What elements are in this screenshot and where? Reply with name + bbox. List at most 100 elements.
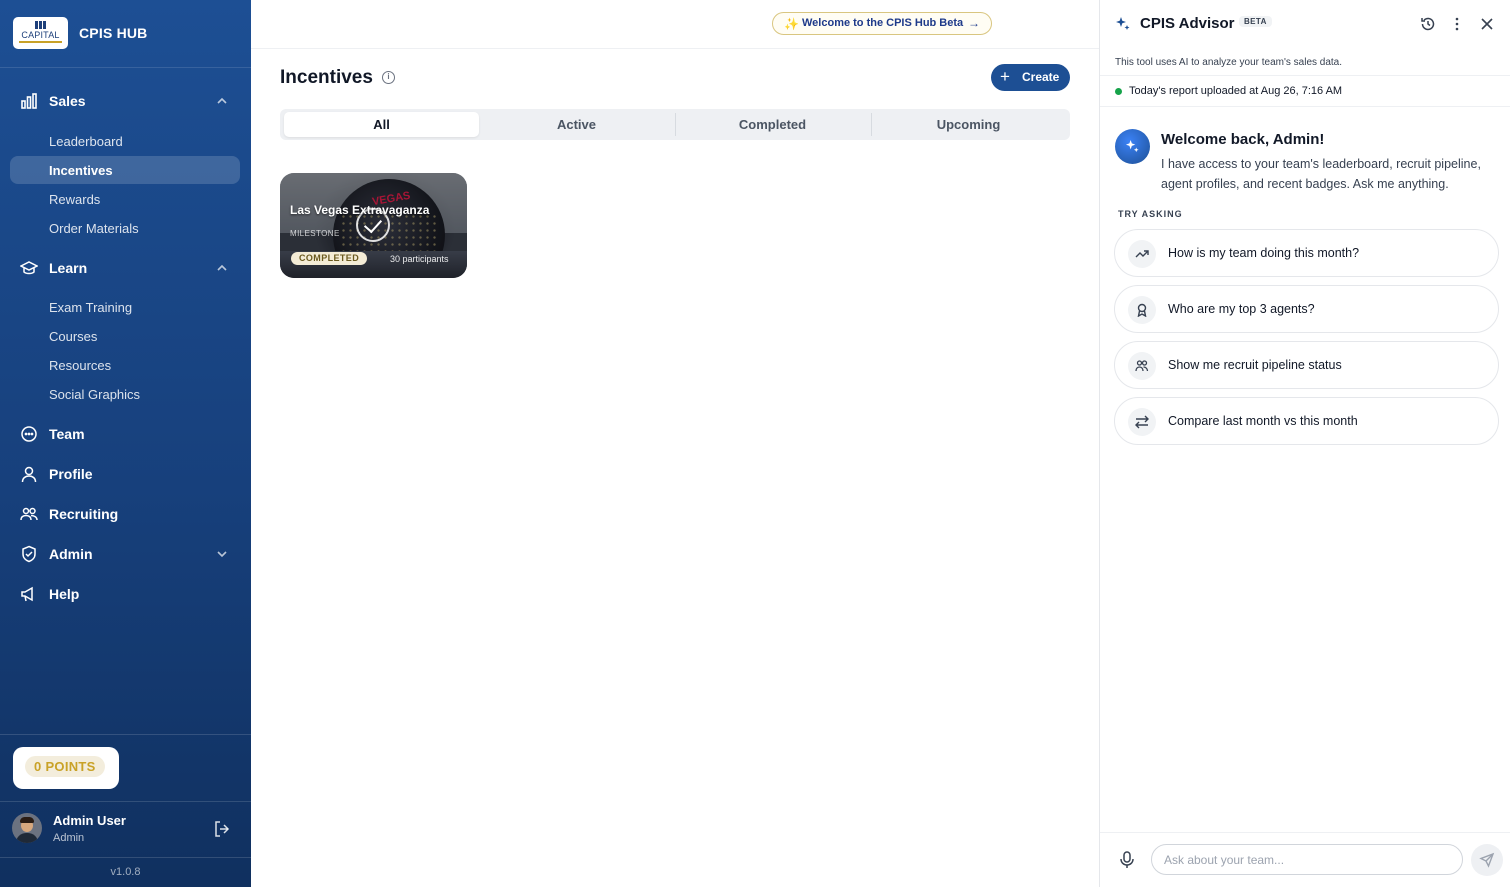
advisor-panel: CPIS Advisor BETA This tool uses AI to a…: [1099, 0, 1510, 887]
sparkles-icon: [1125, 139, 1139, 153]
nav-item-help[interactable]: Help: [0, 581, 251, 607]
announcement-text: Welcome to the CPIS Hub Beta: [802, 17, 964, 29]
brand-name: CPIS HUB: [79, 25, 148, 41]
incentive-card[interactable]: VEGAS Las Vegas Extravaganza MILESTONE C…: [280, 173, 467, 278]
sidebar-item-label: Courses: [49, 329, 98, 344]
suggestion-text: How is my team doing this month?: [1168, 246, 1360, 260]
suggestion-text: Who are my top 3 agents?: [1168, 302, 1315, 316]
ai-disclaimer: This tool uses AI to analyze your team's…: [1115, 57, 1343, 68]
divider: [1100, 832, 1510, 833]
create-incentive-button[interactable]: + Create: [991, 64, 1070, 91]
logo-text: CAPITAL: [21, 30, 60, 40]
sparkle-icon: ✨: [784, 17, 799, 31]
nav-item-team[interactable]: Team: [0, 421, 251, 447]
incentive-filter-tabs: All Active Completed Upcoming: [280, 109, 1070, 140]
send-button[interactable]: [1471, 844, 1503, 876]
nav-group-sales[interactable]: Sales: [0, 88, 251, 114]
nav-item-profile[interactable]: Profile: [0, 461, 251, 487]
users-icon: [1135, 360, 1149, 372]
sidebar-item-label: Exam Training: [49, 300, 133, 315]
welcome-title: Welcome back, Admin!: [1161, 131, 1325, 148]
sidebar-item-resources[interactable]: Resources: [10, 351, 240, 379]
send-icon: [1479, 852, 1495, 868]
suggestion-icon-wrap: [1128, 408, 1156, 436]
nav-group-admin[interactable]: Admin: [0, 541, 251, 567]
app-version: v1.0.8: [110, 866, 141, 878]
microphone-icon[interactable]: [1119, 851, 1135, 869]
advisor-avatar: [1115, 129, 1150, 164]
user-name: Admin User: [53, 813, 126, 828]
nav-item-label: Recruiting: [49, 506, 119, 522]
info-icon[interactable]: i: [382, 71, 395, 84]
sparkles-icon: [1116, 17, 1130, 30]
points-card[interactable]: 0 POINTS: [13, 747, 119, 789]
page-title: Incentives: [280, 67, 373, 88]
nav-group-label: Learn: [49, 260, 88, 276]
tab-upcoming[interactable]: Upcoming: [871, 112, 1066, 137]
sidebar-item-courses[interactable]: Courses: [10, 322, 240, 350]
avatar-shirt: [16, 833, 38, 843]
award-icon: [1137, 303, 1147, 317]
sidebar-item-label: Incentives: [49, 163, 113, 178]
compare-arrows-icon: [1135, 415, 1149, 429]
bar-chart-icon: [21, 93, 37, 109]
more-vertical-icon[interactable]: [1449, 16, 1465, 32]
arrow-right-icon: →: [968, 16, 980, 30]
sidebar-item-order-materials[interactable]: Order Materials: [10, 214, 240, 242]
avatar-hair: [20, 817, 34, 823]
history-icon[interactable]: [1420, 16, 1436, 32]
beta-announcement-link[interactable]: ✨ Welcome to the CPIS Hub Beta →: [772, 12, 992, 35]
sidebar-item-leaderboard[interactable]: Leaderboard: [10, 127, 240, 155]
chevron-up-icon[interactable]: [215, 94, 229, 108]
nav-group-label: Admin: [49, 546, 93, 562]
nav-item-label: Help: [49, 586, 80, 602]
user-role: Admin: [53, 832, 85, 844]
logo-underline: [19, 41, 62, 43]
trending-up-icon: [1135, 250, 1149, 258]
divider: [0, 801, 251, 802]
graduation-cap-icon: [20, 261, 38, 275]
chat-bubble-icon: [21, 426, 37, 442]
sidebar-item-label: Leaderboard: [49, 134, 123, 149]
suggestion-recruit-pipeline[interactable]: Show me recruit pipeline status: [1114, 341, 1499, 389]
company-logo[interactable]: CAPITAL: [13, 17, 68, 49]
sidebar-item-social-graphics[interactable]: Social Graphics: [10, 380, 240, 408]
suggestion-top-agents[interactable]: Who are my top 3 agents?: [1114, 285, 1499, 333]
suggestion-icon-wrap: [1128, 352, 1156, 380]
suggestion-icon-wrap: [1128, 240, 1156, 268]
top-bar: ✨ Welcome to the CPIS Hub Beta →: [251, 0, 1100, 49]
nav-item-label: Team: [49, 426, 85, 442]
suggestion-team-performance[interactable]: How is my team doing this month?: [1114, 229, 1499, 277]
brand-header: CAPITAL CPIS HUB: [0, 0, 251, 68]
sidebar-item-label: Rewards: [49, 192, 101, 207]
sidebar-item-rewards[interactable]: Rewards: [10, 185, 240, 213]
participant-count: 30 participants: [390, 254, 449, 264]
divider: [1100, 106, 1510, 107]
sidebar-item-incentives[interactable]: Incentives: [10, 156, 240, 184]
sidebar-item-exam-training[interactable]: Exam Training: [10, 293, 240, 321]
logout-icon[interactable]: [213, 820, 231, 838]
tab-all[interactable]: All: [284, 112, 479, 137]
tab-active[interactable]: Active: [479, 112, 674, 137]
chevron-down-icon[interactable]: [215, 547, 229, 561]
nav-group-label: Sales: [49, 93, 86, 109]
divider: [0, 734, 251, 735]
report-status: Today's report uploaded at Aug 26, 7:16 …: [1129, 85, 1343, 97]
status-dot: [1115, 88, 1122, 95]
beta-badge: BETA: [1239, 16, 1272, 27]
chevron-up-icon[interactable]: [215, 261, 229, 275]
suggestion-compare-months[interactable]: Compare last month vs this month: [1114, 397, 1499, 445]
tab-completed[interactable]: Completed: [675, 112, 870, 137]
nav-group-learn[interactable]: Learn: [0, 255, 251, 281]
card-title: Las Vegas Extravaganza: [290, 203, 430, 217]
sidebar-item-label: Order Materials: [49, 221, 139, 236]
welcome-text: I have access to your team's leaderboard…: [1161, 157, 1481, 191]
chat-input[interactable]: [1151, 844, 1463, 875]
suggestion-text: Show me recruit pipeline status: [1168, 358, 1342, 372]
nav-item-recruiting[interactable]: Recruiting: [0, 501, 251, 527]
close-icon[interactable]: [1479, 16, 1495, 32]
card-type: MILESTONE: [290, 229, 340, 238]
status-badge: COMPLETED: [291, 252, 368, 265]
sidebar-item-label: Resources: [49, 358, 112, 373]
user-avatar[interactable]: [12, 813, 42, 843]
